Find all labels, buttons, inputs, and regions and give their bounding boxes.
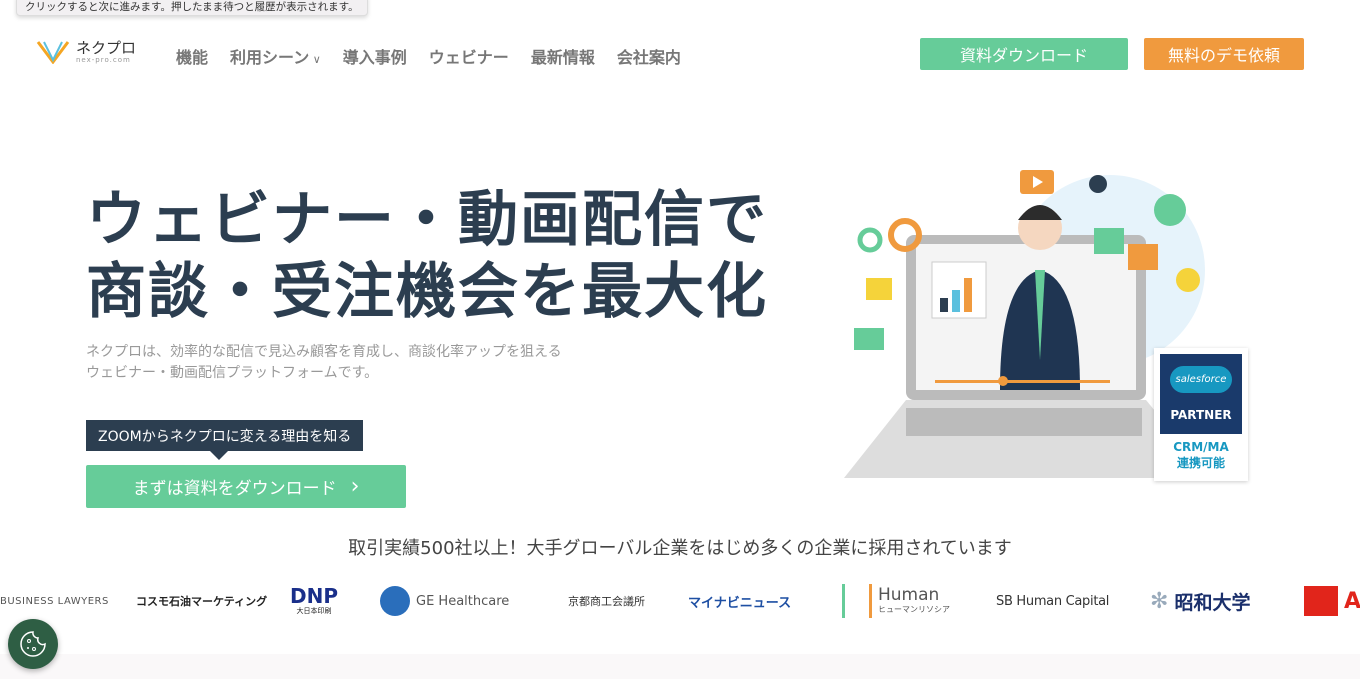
human-logo-icon bbox=[842, 584, 872, 618]
cta-label: まずは資料をダウンロード bbox=[132, 479, 337, 499]
client-logo-dnp: DNP bbox=[290, 584, 338, 608]
client-logo-human: Human bbox=[878, 585, 940, 605]
client-logo: DNP 大日本印刷 bbox=[290, 584, 338, 618]
client-logo-dnp-sub: 大日本印刷 bbox=[296, 607, 332, 615]
client-logo: コスモ石油マーケティング bbox=[136, 595, 268, 608]
chevron-down-icon: ∨ bbox=[309, 53, 321, 66]
nav-case-studies[interactable]: 導入事例 bbox=[343, 44, 407, 68]
browser-tooltip: クリックすると次に進みます。押したまま待つと履歴が表示されます。 bbox=[16, 0, 368, 16]
nav-webinar[interactable]: ウェビナー bbox=[429, 44, 509, 68]
partner-line1: CRM/MA bbox=[1173, 440, 1229, 454]
client-logo-ge: GE Healthcare bbox=[416, 593, 510, 609]
showa-logo-icon: ✻ bbox=[1150, 588, 1169, 614]
client-logo: 京都商工会議所 bbox=[568, 595, 645, 608]
partner-label: PARTNER bbox=[1170, 408, 1232, 423]
client-logos: BUSINESS LAWYERS コスモ石油マーケティング DNP 大日本印刷 G… bbox=[0, 584, 1360, 618]
client-logo-human-sub: ヒューマンリソシア bbox=[878, 605, 950, 614]
hero-title-line2: 商談・受注機会を最大化 bbox=[86, 257, 768, 327]
client-logo-showa: 昭和大学 bbox=[1174, 591, 1251, 614]
human-logo-text: Human ヒューマンリソシア bbox=[878, 587, 950, 615]
client-record-text: 取引実績500社以上！大手グローバル企業をはじめ多くの企業に採用されています bbox=[348, 538, 1012, 559]
cookie-settings-button[interactable] bbox=[8, 619, 58, 669]
demo-request-button[interactable]: 無料のデモ依頼 bbox=[1144, 38, 1304, 70]
logo[interactable]: ネクプロ nex-pro.com bbox=[36, 40, 136, 64]
nav-news[interactable]: 最新情報 bbox=[531, 44, 595, 68]
ge-logo-icon bbox=[380, 586, 410, 616]
salesforce-partner-badge: salesforce PARTNER CRM/MA 連携可能 bbox=[1154, 348, 1248, 481]
client-logo: SB Human Capital bbox=[996, 593, 1110, 609]
client-logo-adobe: A bbox=[1344, 588, 1360, 614]
nav-features[interactable]: 機能 bbox=[176, 44, 208, 68]
download-button[interactable]: 資料ダウンロード bbox=[920, 38, 1128, 70]
hero-subtitle: ネクプロは、効率的な配信で見込み顧客を育成し、商談化率アップを狙える ウェビナー・… bbox=[86, 342, 562, 384]
client-logo: GE Healthcare bbox=[380, 584, 509, 618]
hero-title-line1: ウェビナー・動画配信で bbox=[86, 185, 768, 255]
client-logo: マイナビニュース bbox=[688, 595, 792, 611]
client-logo: BUSINESS LAWYERS bbox=[0, 595, 109, 607]
logo-domain: nex-pro.com bbox=[76, 55, 131, 64]
hero-sub-line1: ネクプロは、効率的な配信で見込み顧客を育成し、商談化率アップを狙える bbox=[86, 344, 562, 360]
cookie-icon bbox=[20, 631, 46, 657]
nav-use-cases-label: 利用シーン bbox=[230, 48, 310, 67]
next-section-band bbox=[0, 654, 1360, 679]
hero-title: ウェビナー・動画配信で 商談・受注機会を最大化 bbox=[86, 184, 768, 328]
logo-mark-icon bbox=[36, 41, 70, 64]
nav-company[interactable]: 会社案内 bbox=[617, 44, 681, 68]
hero-sub-line2: ウェビナー・動画配信プラットフォームです。 bbox=[86, 365, 379, 381]
main-nav: 機能 利用シーン ∨ 導入事例 ウェビナー 最新情報 会社案内 bbox=[176, 44, 681, 68]
chevron-right-icon: › bbox=[350, 474, 360, 499]
cta-download-button[interactable]: まずは資料をダウンロード › bbox=[86, 465, 406, 508]
adobe-logo-icon bbox=[1304, 586, 1338, 616]
zoom-reason-badge[interactable]: ZOOMからネクプロに変える理由を知る bbox=[86, 420, 364, 460]
client-logo: A bbox=[1304, 584, 1360, 618]
nav-use-cases[interactable]: 利用シーン ∨ bbox=[230, 44, 321, 68]
client-logo: ✻ 昭和大学 bbox=[1150, 584, 1250, 618]
salesforce-logo: salesforce bbox=[1169, 365, 1233, 393]
partner-line2: 連携可能 bbox=[1176, 456, 1225, 470]
client-logo: Human ヒューマンリソシア bbox=[842, 584, 950, 618]
logo-text: ネクプロ bbox=[76, 38, 137, 57]
